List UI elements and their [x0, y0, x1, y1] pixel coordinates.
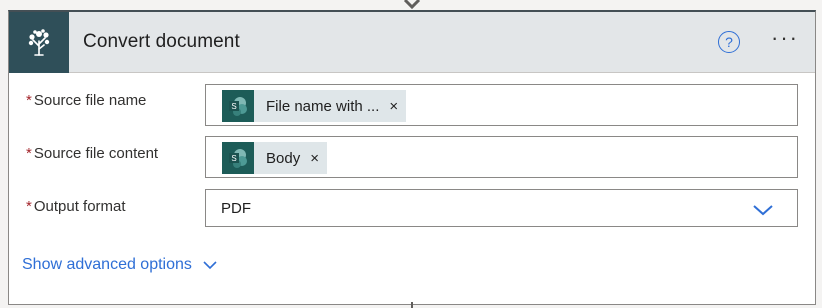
- svg-text:S: S: [231, 102, 236, 111]
- convert-document-action-card: Convert document ? ··· * Source file name…: [8, 10, 816, 305]
- source-file-content-label-text: Source file content: [33, 145, 159, 162]
- required-marker: *: [26, 145, 32, 162]
- source-file-name-field[interactable]: S File name with ... ×: [205, 84, 798, 126]
- connector-tree-icon: [9, 12, 69, 73]
- sharepoint-icon: S: [222, 90, 254, 122]
- source-file-content-token-text: Body: [266, 149, 301, 167]
- sharepoint-icon: S: [222, 142, 254, 174]
- required-marker: *: [26, 198, 32, 215]
- source-file-name-token-text: File name with ...: [266, 97, 380, 115]
- output-format-label: * Output format: [26, 198, 126, 215]
- show-advanced-options-text: Show advanced options: [22, 256, 192, 273]
- more-options-icon[interactable]: ···: [771, 27, 801, 53]
- help-icon[interactable]: ?: [718, 31, 740, 53]
- output-format-label-text: Output format: [33, 198, 126, 215]
- source-file-name-label-text: Source file name: [33, 92, 147, 109]
- action-title: Convert document: [83, 31, 240, 52]
- show-advanced-options-link[interactable]: Show advanced options: [22, 256, 218, 274]
- connector-line: [411, 302, 413, 308]
- output-format-value: PDF: [221, 200, 251, 217]
- output-format-select[interactable]: PDF: [205, 189, 798, 227]
- remove-token-icon[interactable]: ×: [379, 98, 406, 115]
- chevron-down-icon: [203, 261, 217, 270]
- source-file-name-token[interactable]: S File name with ... ×: [222, 90, 407, 122]
- required-marker: *: [26, 92, 32, 109]
- action-header[interactable]: Convert document ? ···: [9, 12, 815, 73]
- connector-arrow-icon: [403, 0, 421, 10]
- remove-token-icon[interactable]: ×: [300, 150, 327, 167]
- svg-text:S: S: [231, 154, 236, 163]
- source-file-content-label: * Source file content: [26, 145, 158, 162]
- source-file-content-field[interactable]: S Body ×: [205, 136, 798, 178]
- chevron-down-icon[interactable]: [751, 200, 775, 220]
- flow-canvas: Convert document ? ··· * Source file name…: [0, 0, 822, 308]
- source-file-name-label: * Source file name: [26, 92, 146, 109]
- source-file-content-token[interactable]: S Body ×: [222, 142, 327, 174]
